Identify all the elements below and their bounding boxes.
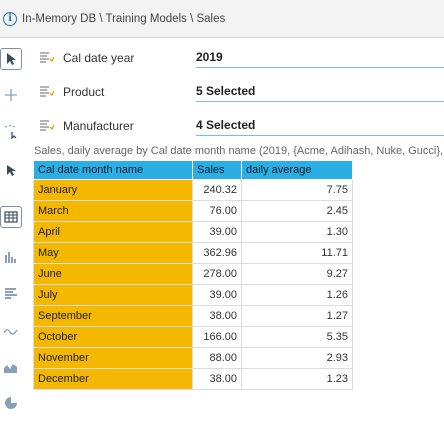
data-table: Cal date month name Sales daily average … xyxy=(33,160,353,390)
pointer-icon xyxy=(7,53,16,65)
horizontal-bar-button[interactable] xyxy=(0,283,22,305)
sales-cell: 362.96 xyxy=(192,242,242,264)
month-cell: December xyxy=(33,368,193,390)
breadcrumb: In-Memory DB \ Training Models \ Sales xyxy=(22,12,226,25)
table-row[interactable]: December 38.00 1.23 xyxy=(33,368,353,390)
table-icon xyxy=(4,211,18,223)
bar-chart-icon xyxy=(5,252,16,263)
filter-panel: Cal date year 2019 Product 5 Selected Ma… xyxy=(28,41,444,143)
filter-label: Product xyxy=(63,85,105,99)
drill-icon xyxy=(7,165,16,176)
filter-icon xyxy=(40,120,54,131)
month-cell: May xyxy=(33,242,193,264)
sales-cell: 39.00 xyxy=(192,284,242,306)
month-cell: July xyxy=(33,284,193,306)
avg-cell: 1.30 xyxy=(241,221,353,243)
column-header-daily-average[interactable]: daily average xyxy=(241,160,353,180)
avg-cell: 7.75 xyxy=(241,179,353,201)
sales-cell: 278.00 xyxy=(192,263,242,285)
pie-chart-icon xyxy=(5,397,17,409)
month-cell: October xyxy=(33,326,193,348)
pointer-tool[interactable] xyxy=(0,48,22,70)
table-row[interactable]: July 39.00 1.26 xyxy=(33,284,353,306)
sales-cell: 88.00 xyxy=(192,347,242,369)
filter-value-field[interactable]: 2019 xyxy=(196,50,444,68)
avg-cell: 9.27 xyxy=(241,263,353,285)
filter-year[interactable]: Cal date year 2019 xyxy=(28,41,444,75)
lasso-icon xyxy=(4,125,17,139)
bar-chart-button[interactable] xyxy=(0,246,22,268)
avg-cell: 2.93 xyxy=(241,347,353,369)
breadcrumb-bar: i In-Memory DB \ Training Models \ Sales xyxy=(0,0,444,38)
month-cell: September xyxy=(33,305,193,327)
filter-icon xyxy=(40,52,54,63)
table-row[interactable]: September 38.00 1.27 xyxy=(33,305,353,327)
table-row[interactable]: January 240.32 7.75 xyxy=(33,179,353,201)
table-row[interactable]: March 76.00 2.45 xyxy=(33,200,353,222)
table-row[interactable]: May 362.96 11.71 xyxy=(33,242,353,264)
month-cell: June xyxy=(33,263,193,285)
column-header-month[interactable]: Cal date month name xyxy=(33,160,193,180)
sales-cell: 166.00 xyxy=(192,326,242,348)
month-cell: March xyxy=(33,200,193,222)
avg-cell: 1.26 xyxy=(241,284,353,306)
line-chart-icon xyxy=(3,329,18,335)
filter-value-field[interactable]: 5 Selected xyxy=(196,84,444,102)
column-header-sales[interactable]: Sales xyxy=(192,160,242,180)
filter-label: Manufacturer xyxy=(63,119,134,133)
table-row[interactable]: October 166.00 5.35 xyxy=(33,326,353,348)
left-toolbar xyxy=(0,38,24,436)
crosshair-tool[interactable] xyxy=(0,84,22,106)
info-icon[interactable]: i xyxy=(3,11,17,26)
sales-cell: 76.00 xyxy=(192,200,242,222)
table-row[interactable]: April 39.00 1.30 xyxy=(33,221,353,243)
filter-value-field[interactable]: 4 Selected xyxy=(196,118,444,136)
avg-cell: 1.23 xyxy=(241,368,353,390)
avg-cell: 2.45 xyxy=(241,200,353,222)
sales-cell: 38.00 xyxy=(192,305,242,327)
avg-cell: 1.27 xyxy=(241,305,353,327)
sales-cell: 38.00 xyxy=(192,368,242,390)
drill-tool[interactable] xyxy=(0,160,22,182)
month-cell: January xyxy=(33,179,193,201)
filter-product[interactable]: Product 5 Selected xyxy=(28,75,444,109)
pie-chart-button[interactable] xyxy=(0,392,22,414)
avg-cell: 5.35 xyxy=(241,326,353,348)
table-view-button[interactable] xyxy=(0,206,22,228)
table-caption: Sales, daily average by Cal date month n… xyxy=(34,145,444,157)
filter-icon xyxy=(40,86,54,97)
table-row[interactable]: June 278.00 9.27 xyxy=(33,263,353,285)
header-row: Cal date month name Sales daily average xyxy=(33,160,353,180)
sales-cell: 39.00 xyxy=(192,221,242,243)
line-chart-button[interactable] xyxy=(0,320,22,342)
area-chart-icon xyxy=(4,364,17,373)
filter-label: Cal date year xyxy=(63,51,135,65)
filter-manufacturer[interactable]: Manufacturer 4 Selected xyxy=(28,109,444,143)
lasso-tool[interactable] xyxy=(0,120,22,142)
crosshair-icon xyxy=(5,89,17,101)
sales-cell: 240.32 xyxy=(192,179,242,201)
month-cell: April xyxy=(33,221,193,243)
table-row[interactable]: November 88.00 2.93 xyxy=(33,347,353,369)
avg-cell: 11.71 xyxy=(241,242,353,264)
area-chart-button[interactable] xyxy=(0,356,22,378)
month-cell: November xyxy=(33,347,193,369)
horizontal-bar-icon xyxy=(5,288,17,299)
